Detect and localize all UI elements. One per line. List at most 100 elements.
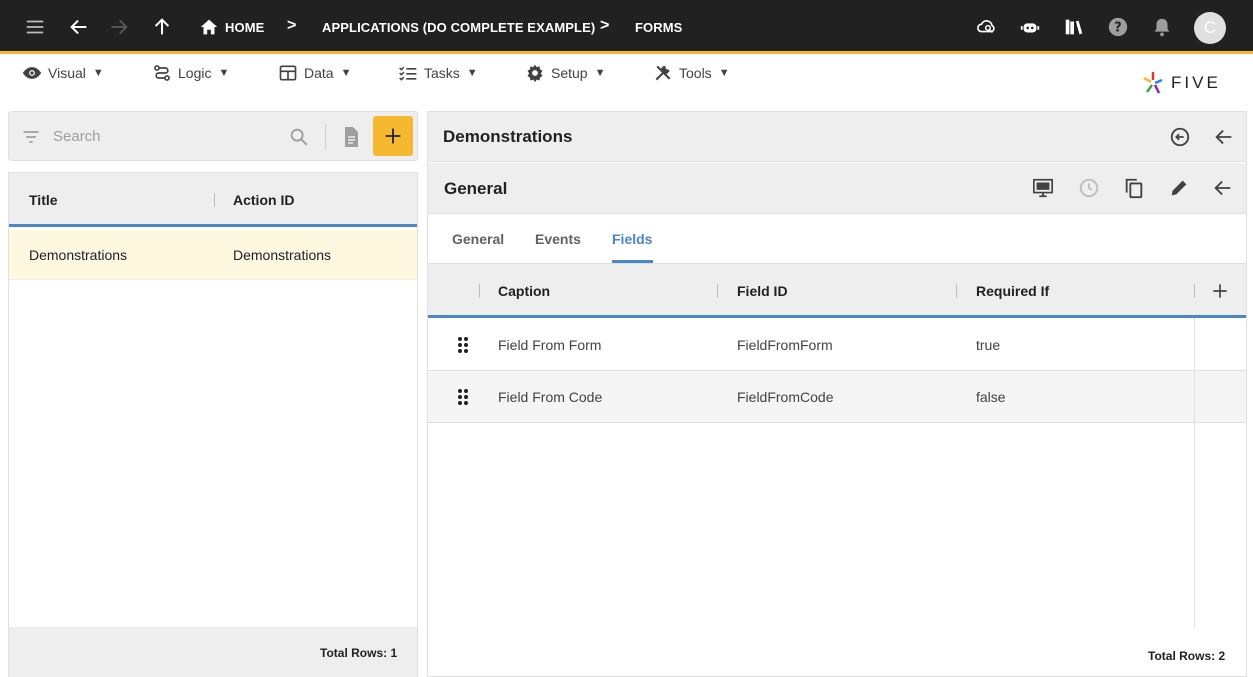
edit-icon[interactable] bbox=[1166, 175, 1192, 201]
menu-data[interactable]: Data ▼ bbox=[278, 62, 351, 84]
detail-header: Demonstrations bbox=[428, 112, 1246, 162]
five-logo-icon bbox=[1143, 72, 1163, 94]
logic-icon bbox=[154, 65, 170, 81]
search-input[interactable]: Search bbox=[53, 128, 101, 145]
tab-general[interactable]: General bbox=[452, 231, 504, 247]
section-title: General bbox=[444, 179, 508, 198]
column-field-id[interactable]: Field ID bbox=[737, 283, 788, 299]
caret-icon: ▼ bbox=[92, 67, 104, 79]
caret-icon: ▼ bbox=[340, 67, 352, 79]
history-back-icon[interactable] bbox=[1167, 124, 1193, 150]
row-required-if: true bbox=[976, 337, 1001, 353]
drag-handle-icon[interactable] bbox=[456, 336, 470, 354]
tab-fields[interactable]: Fields bbox=[612, 231, 652, 247]
tab-bar: General Events Fields bbox=[428, 214, 1246, 264]
search-divider bbox=[325, 124, 326, 150]
back-arrow-icon[interactable] bbox=[64, 12, 94, 42]
menu-tools[interactable]: Tools ▼ bbox=[653, 62, 730, 84]
page-title: Demonstrations bbox=[443, 127, 573, 146]
list-footer: Total Rows: 1 bbox=[9, 627, 417, 677]
gear-icon bbox=[527, 64, 543, 83]
column-divider[interactable] bbox=[956, 284, 957, 298]
row-required-if: false bbox=[976, 389, 1006, 405]
breadcrumb-separator: > bbox=[287, 17, 297, 34]
caret-icon: ▼ bbox=[718, 67, 730, 79]
five-logo: FIVE bbox=[1141, 70, 1221, 96]
chatbot-icon[interactable] bbox=[1015, 12, 1045, 42]
column-title[interactable]: Title bbox=[29, 192, 58, 208]
add-button[interactable] bbox=[373, 116, 413, 156]
forward-arrow-icon[interactable] bbox=[104, 12, 134, 42]
up-arrow-icon[interactable] bbox=[147, 12, 177, 42]
column-caption[interactable]: Caption bbox=[498, 283, 550, 299]
breadcrumb-applications[interactable]: APPLICATIONS (DO COMPLETE EXAMPLE) bbox=[322, 20, 595, 35]
add-field-icon[interactable] bbox=[1210, 281, 1230, 301]
action-list: Title Action ID Demonstrations Demonstra… bbox=[8, 172, 418, 677]
row-caption: Field From Code bbox=[498, 389, 603, 405]
checklist-icon bbox=[399, 66, 417, 81]
help-icon[interactable]: ? bbox=[1103, 12, 1133, 42]
column-separator bbox=[1194, 318, 1195, 628]
column-divider[interactable] bbox=[1194, 284, 1195, 298]
menu-icon[interactable] bbox=[20, 12, 50, 42]
eye-icon bbox=[22, 67, 42, 79]
svg-text:?: ? bbox=[1114, 21, 1121, 36]
column-divider[interactable] bbox=[717, 284, 718, 298]
menu-setup[interactable]: Setup ▼ bbox=[525, 62, 605, 84]
monitor-icon[interactable] bbox=[1030, 175, 1056, 201]
row-title: Demonstrations bbox=[29, 247, 128, 263]
plus-icon bbox=[385, 128, 401, 144]
row-field-id: FieldFromForm bbox=[737, 337, 833, 353]
menu-tasks[interactable]: Tasks ▼ bbox=[398, 62, 478, 84]
back-arrow-icon[interactable] bbox=[1210, 175, 1236, 201]
section-header: General bbox=[428, 163, 1246, 214]
breadcrumb-forms[interactable]: FORMS bbox=[635, 20, 682, 35]
column-divider[interactable] bbox=[214, 193, 215, 207]
copy-icon[interactable] bbox=[1121, 175, 1147, 201]
menu-visual-label: Visual bbox=[48, 65, 86, 81]
caret-icon: ▼ bbox=[594, 67, 606, 79]
search-bar: Search bbox=[8, 111, 418, 161]
library-icon[interactable] bbox=[1059, 12, 1089, 42]
avatar[interactable]: C bbox=[1194, 12, 1226, 44]
row-caption: Field From Form bbox=[498, 337, 602, 353]
table-row[interactable]: Field From Form FieldFromForm true bbox=[428, 319, 1246, 371]
menu-tasks-label: Tasks bbox=[424, 65, 460, 81]
top-bar: HOME > APPLICATIONS (DO COMPLETE EXAMPLE… bbox=[0, 0, 1253, 54]
table-row[interactable]: Field From Code FieldFromCode false bbox=[428, 371, 1246, 423]
total-rows: Total Rows: 2 bbox=[1148, 649, 1226, 663]
menu-setup-label: Setup bbox=[551, 65, 588, 81]
menu-logic-label: Logic bbox=[178, 65, 212, 81]
caret-icon: ▼ bbox=[466, 67, 478, 79]
breadcrumb-separator: > bbox=[600, 17, 610, 34]
bell-icon[interactable] bbox=[1147, 12, 1177, 42]
tab-events[interactable]: Events bbox=[535, 231, 581, 247]
total-rows: Total Rows: 1 bbox=[320, 646, 398, 660]
drag-handle-icon[interactable] bbox=[456, 388, 470, 406]
list-header: Title Action ID bbox=[9, 173, 417, 227]
active-tab-indicator bbox=[612, 260, 653, 263]
caret-icon: ▼ bbox=[218, 67, 230, 79]
document-icon[interactable] bbox=[339, 125, 363, 149]
row-action-id: Demonstrations bbox=[233, 247, 332, 263]
detail-panel: Demonstrations General General Events Fi… bbox=[427, 111, 1247, 677]
clock-icon[interactable] bbox=[1076, 175, 1102, 201]
home-icon[interactable] bbox=[194, 12, 224, 42]
fields-header: Caption Field ID Required If bbox=[428, 264, 1246, 318]
breadcrumb-home[interactable]: HOME bbox=[225, 20, 264, 35]
cloud-search-icon[interactable] bbox=[972, 12, 1002, 42]
filter-icon[interactable] bbox=[21, 127, 41, 147]
column-action-id[interactable]: Action ID bbox=[233, 192, 294, 208]
menu-bar: Visual ▼ Logic ▼ Data ▼ Tasks ▼ Setup ▼ … bbox=[0, 54, 1253, 104]
tools-icon bbox=[655, 65, 671, 81]
menu-data-label: Data bbox=[304, 65, 334, 81]
logo-text: FIVE bbox=[1171, 73, 1221, 92]
search-icon[interactable] bbox=[288, 126, 310, 148]
column-divider[interactable] bbox=[479, 284, 480, 298]
menu-logic[interactable]: Logic ▼ bbox=[152, 62, 229, 84]
menu-visual[interactable]: Visual ▼ bbox=[22, 62, 104, 84]
back-arrow-icon[interactable] bbox=[1211, 124, 1237, 150]
column-required-if[interactable]: Required If bbox=[976, 283, 1049, 299]
table-icon bbox=[279, 65, 297, 81]
table-row[interactable]: Demonstrations Demonstrations bbox=[9, 230, 417, 280]
